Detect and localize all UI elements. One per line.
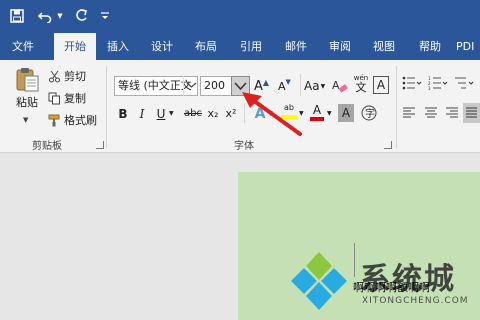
bullet-list-icon	[402, 76, 422, 90]
tab-review[interactable]: 审阅	[322, 33, 358, 60]
numbering-button[interactable]: 123	[428, 74, 450, 92]
tab-layout[interactable]: 布局	[188, 33, 224, 60]
margin-marker	[354, 243, 355, 277]
undo-icon[interactable]	[36, 7, 54, 25]
paste-button[interactable]: 粘贴	[12, 66, 42, 116]
align-left-icon	[403, 107, 415, 118]
justify-icon	[466, 107, 477, 118]
clipboard-group-label: 剪贴板	[32, 141, 62, 152]
clipboard-icon	[14, 66, 40, 92]
title-bar: ▼	[0, 0, 480, 33]
copy-label: 复制	[64, 92, 86, 105]
clear-formatting-button[interactable]: A	[332, 76, 350, 96]
document-text[interactable]: 啊啊啊啊额啊啊	[353, 279, 430, 295]
font-size-value: 200	[204, 79, 225, 92]
enclose-char-button[interactable]: 字	[360, 104, 378, 122]
font-name-value: 等线 (中文正文	[118, 79, 192, 92]
tab-help[interactable]: 帮助	[412, 33, 448, 60]
tab-pdf[interactable]: PDI	[456, 33, 480, 60]
paintbrush-icon	[46, 114, 62, 127]
italic-button[interactable]: I	[136, 105, 148, 123]
annotation-arrow	[242, 92, 302, 136]
subscript-button[interactable]: x₂	[206, 105, 220, 123]
align-left-button[interactable]	[402, 104, 418, 122]
tab-home[interactable]: 开始	[54, 33, 96, 61]
watermark-logo-icon	[291, 252, 347, 310]
paste-dropdown-icon[interactable]: ▼	[23, 116, 28, 124]
cut-label: 剪切	[64, 70, 86, 83]
phonetic-char-icon: 文	[355, 81, 367, 94]
undo-dropdown-icon[interactable]: ▼	[55, 7, 65, 25]
align-center-button[interactable]	[424, 104, 440, 122]
change-case-button[interactable]: Aa ▼	[304, 76, 325, 96]
caret-up-icon: ▲	[262, 77, 270, 87]
group-divider	[106, 66, 107, 148]
align-right-icon	[446, 107, 458, 118]
multilevel-list-icon	[455, 77, 474, 89]
font-name-dropdown[interactable]	[183, 76, 198, 96]
tab-insert[interactable]: 插入	[100, 33, 136, 60]
tab-references[interactable]: 引用	[233, 33, 269, 60]
caret-down-icon: ▼	[285, 78, 291, 86]
align-right-button[interactable]	[445, 104, 461, 122]
char-shading-glyph: A	[341, 106, 351, 120]
copy-icon	[46, 92, 62, 105]
format-painter-label: 格式刷	[64, 114, 97, 127]
justify-button[interactable]	[463, 103, 480, 123]
scissors-icon	[46, 70, 62, 83]
font-color-glyph: A	[312, 103, 322, 117]
group-divider	[396, 66, 397, 148]
change-case-glyph: Aa	[304, 79, 320, 93]
font-color-swatch	[310, 117, 324, 121]
font-launcher-icon[interactable]	[384, 141, 392, 149]
paste-label: 粘贴	[16, 96, 38, 109]
tab-file[interactable]: 文件	[4, 33, 42, 60]
underline-button[interactable]: U	[155, 105, 167, 123]
font-color-dropdown-icon[interactable]: ▼	[327, 110, 332, 117]
bold-button[interactable]: B	[116, 105, 130, 123]
ribbon-tabs: 文件 开始 插入 设计 布局 引用 邮件 审阅 视图 帮助 PDI	[0, 33, 480, 61]
svg-text:A: A	[332, 79, 340, 92]
multilevel-list-button[interactable]	[454, 74, 476, 92]
clipboard-launcher-icon[interactable]	[96, 141, 104, 149]
char-border-glyph: A	[376, 78, 386, 92]
align-center-icon	[425, 107, 437, 118]
svg-text:字: 字	[365, 107, 375, 120]
tab-design[interactable]: 设计	[144, 33, 180, 60]
svg-text:3: 3	[428, 86, 431, 90]
chevron-down-icon: ▼	[320, 82, 326, 90]
save-icon[interactable]	[8, 7, 26, 25]
strikethrough-button[interactable]: abc	[182, 105, 204, 123]
tab-mailings[interactable]: 邮件	[278, 33, 314, 60]
eraser-icon: A	[332, 79, 348, 93]
font-color-button[interactable]: A	[309, 103, 325, 125]
enclose-character-icon: 字	[361, 105, 377, 121]
char-border-button[interactable]: A	[373, 76, 389, 94]
numbered-list-icon: 123	[428, 76, 448, 90]
cut-button[interactable]: 剪切	[46, 68, 86, 84]
underline-dropdown-icon[interactable]: ▼	[169, 110, 174, 117]
customize-icon[interactable]	[99, 7, 111, 25]
bullets-button[interactable]	[402, 74, 424, 92]
char-shading-button[interactable]: A	[338, 104, 354, 122]
tab-view[interactable]: 视图	[366, 33, 402, 60]
format-painter-button[interactable]: 格式刷	[46, 112, 97, 128]
copy-button[interactable]: 复制	[46, 90, 86, 106]
watermark-url: XITONGCHENG.COM	[362, 296, 469, 306]
chevron-down-icon	[186, 82, 197, 88]
phonetic-guide-button[interactable]: wén 文	[352, 74, 370, 96]
redo-icon[interactable]	[72, 7, 90, 25]
